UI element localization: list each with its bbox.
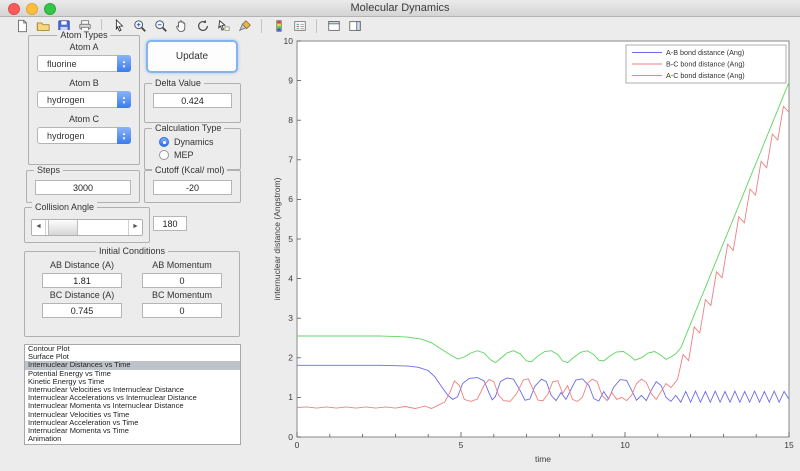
steps-panel: Steps (26, 165, 140, 203)
toolbar-separator (261, 19, 262, 33)
ab-distance-input[interactable] (42, 273, 122, 288)
rotate-3d-icon (197, 19, 208, 31)
y-tick-label: 1 (288, 392, 293, 402)
ab-distance-label: AB Distance (A) (49, 260, 115, 270)
close-window-button[interactable] (8, 3, 20, 15)
bc-momentum-label: BC Momentum (151, 290, 213, 300)
ab-momentum-label: AB Momentum (152, 260, 212, 270)
collision-angle-input[interactable] (153, 216, 187, 231)
delta-value-panel: Delta Value (144, 78, 241, 123)
x-tick-label: 5 (459, 440, 464, 450)
atom-a-label: Atom A (69, 42, 99, 52)
plot-area[interactable]: 0 1 2 3 4 5 6 7 8 9 10 0 5 10 15 internuclear distance … (270, 15, 800, 471)
atom-a-dropdown[interactable]: fluorine ▲ ▼ (37, 55, 131, 72)
data-cursor-button[interactable] (214, 18, 233, 35)
radio-label: MEP (174, 150, 194, 160)
collision-angle-panel: Collision Angle ◄ ► (24, 202, 150, 243)
window-controls (8, 3, 56, 15)
atom-types-panel: Atom Types Atom A fluorine ▲ ▼ Atom B hyd… (28, 30, 140, 165)
x-axis-label: time (535, 454, 551, 464)
data-cursor-icon (217, 19, 230, 31)
chevron-up-down-icon: ▲ ▼ (117, 91, 131, 108)
window-title: Molecular Dynamics (350, 2, 450, 14)
bc-momentum-input[interactable] (142, 303, 222, 318)
atom-c-label: Atom C (68, 114, 99, 124)
x-tick-label: 15 (784, 440, 794, 450)
chevron-up-down-icon: ▲ ▼ (117, 55, 131, 72)
slider-right-arrow-icon[interactable]: ► (128, 220, 142, 235)
open-file-icon (36, 22, 50, 31)
zoom-in-button[interactable] (130, 18, 149, 35)
list-item[interactable]: Animation (25, 435, 240, 443)
y-tick-label: 4 (288, 273, 293, 283)
y-tick-label: 7 (288, 155, 293, 165)
steps-title: Steps (34, 165, 64, 175)
y-axis-label: internuclear distance (Angstrom) (272, 177, 282, 300)
atom-b-value: hydrogen (47, 95, 85, 105)
slider-thumb[interactable] (48, 220, 78, 235)
steps-input[interactable] (35, 180, 131, 195)
atom-b-dropdown[interactable]: hydrogen ▲ ▼ (37, 91, 131, 108)
atom-types-title: Atom Types (57, 30, 111, 40)
pan-icon (175, 20, 185, 32)
cutoff-panel: Cutoff (Kcal/ mol) (144, 165, 241, 203)
cutoff-title: Cutoff (Kcal/ mol) (152, 165, 228, 175)
calculation-type-title: Calculation Type (152, 123, 225, 133)
y-tick-label: 0 (288, 432, 293, 442)
legend-entry-label: B-C bond distance (Ang) (666, 60, 745, 69)
atom-a-value: fluorine (47, 59, 77, 69)
collision-angle-slider[interactable]: ◄ ► (31, 219, 143, 236)
radio-label: Dynamics (174, 137, 214, 147)
zoom-out-button[interactable] (151, 18, 170, 35)
brush-data-icon (238, 20, 251, 32)
bc-distance-label: BC Distance (A) (49, 290, 115, 300)
y-tick-label: 10 (284, 36, 294, 46)
chevron-up-down-icon: ▲ ▼ (117, 127, 131, 144)
y-tick-label: 3 (288, 313, 293, 323)
delta-value-title: Delta Value (152, 78, 204, 88)
plot-axes-box[interactable] (296, 40, 790, 438)
update-button[interactable]: Update (146, 40, 238, 73)
x-tick-label: 10 (620, 440, 630, 450)
rotate-3d-button[interactable] (193, 18, 212, 35)
new-figure-button[interactable] (12, 18, 31, 35)
calculation-type-panel: Calculation Type Dynamics MEP (144, 123, 241, 170)
zoom-in-icon (133, 20, 146, 32)
y-tick-label: 8 (288, 115, 293, 125)
x-tick-label: 0 (295, 440, 300, 450)
edit-plot-button[interactable] (109, 18, 128, 35)
open-file-button[interactable] (33, 18, 52, 35)
brush-data-button[interactable] (235, 18, 254, 35)
radio-icon (159, 137, 169, 147)
initial-conditions-panel: Initial Conditions AB Distance (A) AB Mo… (24, 246, 240, 337)
radio-option-dynamics[interactable]: Dynamics (159, 137, 240, 147)
slider-left-arrow-icon[interactable]: ◄ (32, 220, 46, 235)
plot-type-listbox[interactable]: Contour Plot Surface Plot Internuclear Dis… (24, 344, 241, 445)
legend-entry-label: A-B bond distance (Ang) (666, 48, 744, 57)
legend-entry-label: A-C bond distance (Ang) (666, 71, 745, 80)
collision-angle-title: Collision Angle (32, 202, 98, 212)
zoom-out-icon (154, 20, 167, 32)
ab-momentum-input[interactable] (142, 273, 222, 288)
initial-conditions-title: Initial Conditions (95, 246, 169, 256)
y-tick-label: 5 (288, 234, 293, 244)
y-tick-label: 2 (288, 353, 293, 363)
plot-legend[interactable]: A-B bond distance (Ang) B-C bond distance… (625, 44, 787, 84)
y-tick-label: 6 (288, 194, 293, 204)
bc-distance-input[interactable] (42, 303, 122, 318)
atom-c-dropdown[interactable]: hydrogen ▲ ▼ (37, 127, 131, 144)
cutoff-input[interactable] (153, 180, 232, 195)
radio-option-mep[interactable]: MEP (159, 150, 240, 160)
new-figure-icon (17, 19, 27, 33)
pan-button[interactable] (172, 18, 191, 35)
atom-c-value: hydrogen (47, 131, 85, 141)
minimize-window-button[interactable] (26, 3, 38, 15)
edit-plot-icon (115, 19, 123, 32)
atom-b-label: Atom B (69, 78, 99, 88)
zoom-window-button[interactable] (44, 3, 56, 15)
radio-icon (159, 150, 169, 160)
y-tick-label: 9 (288, 75, 293, 85)
delta-value-input[interactable] (153, 93, 232, 108)
